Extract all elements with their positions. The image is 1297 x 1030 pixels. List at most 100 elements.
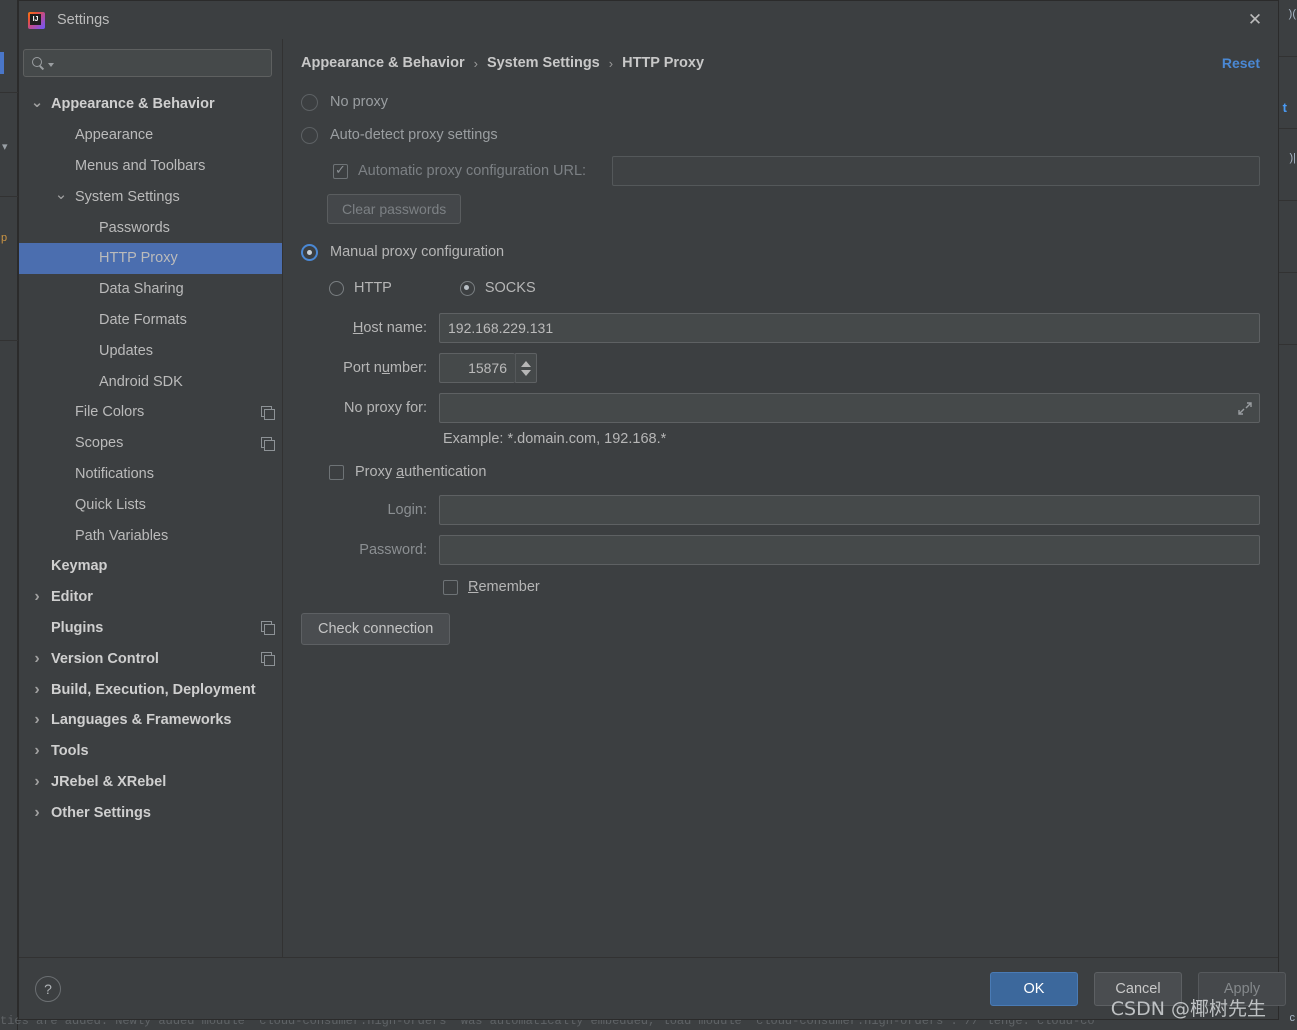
check-connection-button[interactable]: Check connection bbox=[301, 613, 451, 645]
no-proxy-option[interactable]: No proxy bbox=[301, 87, 1260, 117]
spinner-down-icon[interactable] bbox=[521, 369, 531, 376]
chevron-right-icon[interactable]: › bbox=[29, 681, 45, 699]
remember-label: Remember bbox=[468, 579, 540, 595]
expand-icon[interactable] bbox=[1235, 398, 1255, 418]
no-proxy-radio[interactable] bbox=[301, 93, 318, 111]
socks-radio[interactable] bbox=[459, 280, 475, 296]
sidebar-item-label: System Settings bbox=[75, 188, 180, 205]
chevron-right-icon[interactable]: › bbox=[29, 588, 45, 606]
sidebar-item-data-sharing[interactable]: Data Sharing bbox=[19, 274, 282, 305]
login-label: Login: bbox=[387, 502, 427, 518]
remember-checkbox[interactable] bbox=[443, 579, 458, 595]
sidebar-item-scopes[interactable]: Scopes bbox=[19, 428, 282, 459]
sidebar-item-appearance[interactable]: Appearance bbox=[19, 120, 282, 151]
http-radio[interactable] bbox=[329, 280, 344, 296]
settings-tree: ⌄ Appearance & Behavior Appearance Menus an… bbox=[19, 89, 282, 957]
proxy-authentication-checkbox[interactable] bbox=[329, 464, 344, 480]
sidebar-item-tools[interactable]: › Tools bbox=[19, 736, 282, 767]
chevron-right-icon[interactable]: › bbox=[29, 650, 45, 668]
sidebar-item-android-sdk[interactable]: Android SDK bbox=[19, 366, 282, 397]
clear-passwords-row: Clear passwords bbox=[327, 194, 1260, 224]
chevron-right-icon[interactable]: › bbox=[29, 804, 45, 822]
reset-link[interactable]: Reset bbox=[1222, 55, 1260, 71]
sidebar-item-appearance-behavior[interactable]: ⌄ Appearance & Behavior bbox=[19, 89, 282, 120]
port-number-input[interactable] bbox=[439, 353, 515, 383]
copy-settings-icon[interactable] bbox=[261, 652, 275, 667]
sidebar-item-keymap[interactable]: Keymap bbox=[19, 551, 282, 582]
sidebar-item-label: Appearance bbox=[75, 127, 154, 144]
sidebar-item-date-formats[interactable]: Date Formats bbox=[19, 305, 282, 336]
breadcrumb-part-1[interactable]: Appearance & Behavior bbox=[301, 55, 465, 71]
login-input[interactable] bbox=[439, 495, 1260, 525]
remember-option[interactable]: Remember bbox=[443, 575, 1260, 599]
apply-button[interactable]: Apply bbox=[1198, 971, 1286, 1006]
search-input[interactable] bbox=[54, 54, 263, 72]
proxy-authentication-option[interactable]: Proxy authentication bbox=[329, 459, 1260, 485]
sidebar-item-file-colors[interactable]: File Colors bbox=[19, 397, 282, 428]
manual-proxy-option[interactable]: Manual proxy configuration bbox=[301, 237, 1260, 267]
auto-detect-option[interactable]: Auto-detect proxy settings bbox=[301, 120, 1260, 150]
sidebar-item-label: Other Settings bbox=[51, 804, 151, 821]
breadcrumb-part-3: HTTP Proxy bbox=[622, 55, 705, 71]
sidebar-item-label: Updates bbox=[99, 342, 154, 359]
sidebar-item-languages-frameworks[interactable]: › Languages & Frameworks bbox=[19, 705, 282, 736]
chevron-right-icon[interactable]: › bbox=[29, 773, 45, 791]
chevron-down-icon[interactable]: ⌄ bbox=[29, 93, 45, 111]
sidebar-item-version-control[interactable]: › Version Control bbox=[19, 643, 282, 674]
sidebar-item-system-settings[interactable]: ⌄ System Settings bbox=[19, 181, 282, 212]
pac-url-checkbox[interactable] bbox=[333, 162, 348, 179]
sidebar-item-label: Path Variables bbox=[75, 527, 169, 544]
socks-protocol-option[interactable]: SOCKS bbox=[459, 280, 536, 296]
chevron-right-icon[interactable]: › bbox=[29, 742, 45, 760]
sidebar-item-label: Editor bbox=[51, 589, 93, 606]
copy-settings-icon[interactable] bbox=[261, 405, 275, 420]
host-name-input[interactable] bbox=[439, 313, 1260, 343]
breadcrumb-part-2[interactable]: System Settings bbox=[487, 55, 600, 71]
sidebar-item-jrebel-xrebel[interactable]: › JRebel & XRebel bbox=[19, 767, 282, 798]
clear-passwords-button[interactable]: Clear passwords bbox=[327, 194, 462, 224]
chevron-right-icon[interactable]: › bbox=[29, 711, 45, 729]
sidebar-item-http-proxy[interactable]: HTTP Proxy bbox=[19, 242, 282, 274]
close-icon[interactable]: ✕ bbox=[1232, 1, 1278, 39]
sidebar-item-notifications[interactable]: Notifications bbox=[19, 459, 282, 490]
cancel-button[interactable]: Cancel bbox=[1094, 971, 1182, 1006]
port-number-row: Port number: bbox=[301, 353, 1260, 383]
auto-detect-radio[interactable] bbox=[301, 126, 318, 144]
copy-settings-icon[interactable] bbox=[261, 436, 275, 451]
http-protocol-option[interactable]: HTTP bbox=[329, 280, 392, 296]
sidebar-item-label: Android SDK bbox=[99, 373, 183, 390]
password-label: Password: bbox=[359, 542, 427, 558]
sidebar-item-quick-lists[interactable]: Quick Lists bbox=[19, 489, 282, 520]
background-left-glyph-2: p bbox=[1, 232, 8, 244]
port-number-spinner[interactable] bbox=[439, 353, 537, 383]
no-proxy-for-input[interactable] bbox=[439, 393, 1260, 423]
manual-proxy-radio[interactable] bbox=[301, 243, 318, 261]
spinner-arrows[interactable] bbox=[515, 353, 537, 383]
sidebar-item-build-execution-deployment[interactable]: › Build, Execution, Deployment bbox=[19, 674, 282, 705]
sidebar-item-editor[interactable]: › Editor bbox=[19, 582, 282, 613]
sidebar-item-updates[interactable]: Updates bbox=[19, 335, 282, 366]
dialog-titlebar: Settings ✕ bbox=[19, 1, 1278, 39]
sidebar-item-other-settings[interactable]: › Other Settings bbox=[19, 797, 282, 828]
sidebar-item-plugins[interactable]: Plugins bbox=[19, 613, 282, 644]
no-proxy-label: No proxy bbox=[330, 94, 389, 110]
no-proxy-for-label: No proxy for: bbox=[344, 400, 427, 416]
sidebar-item-menus-and-toolbars[interactable]: Menus and Toolbars bbox=[19, 151, 282, 182]
sidebar-item-passwords[interactable]: Passwords bbox=[19, 212, 282, 243]
no-proxy-for-wrapper bbox=[439, 393, 1260, 423]
sidebar-item-label: Passwords bbox=[99, 219, 170, 236]
dialog-footer: ? OK Cancel Apply CSDN @椰树先生 bbox=[19, 957, 1286, 1020]
sidebar-item-label: HTTP Proxy bbox=[99, 250, 178, 267]
breadcrumb: Appearance & Behavior › System Settings … bbox=[301, 55, 704, 71]
chevron-down-icon[interactable]: ⌄ bbox=[53, 185, 69, 203]
copy-settings-icon[interactable] bbox=[261, 621, 275, 636]
pac-url-input[interactable] bbox=[612, 156, 1260, 186]
password-input[interactable] bbox=[439, 535, 1260, 565]
search-box[interactable] bbox=[23, 49, 272, 77]
spinner-up-icon[interactable] bbox=[521, 360, 531, 367]
help-icon[interactable]: ? bbox=[35, 975, 61, 1002]
ok-button[interactable]: OK bbox=[990, 971, 1078, 1006]
example-hint-row: Example: *.domain.com, 192.168.* bbox=[443, 431, 1260, 447]
sidebar-item-path-variables[interactable]: Path Variables bbox=[19, 520, 282, 551]
sidebar-item-label: Tools bbox=[51, 743, 89, 760]
